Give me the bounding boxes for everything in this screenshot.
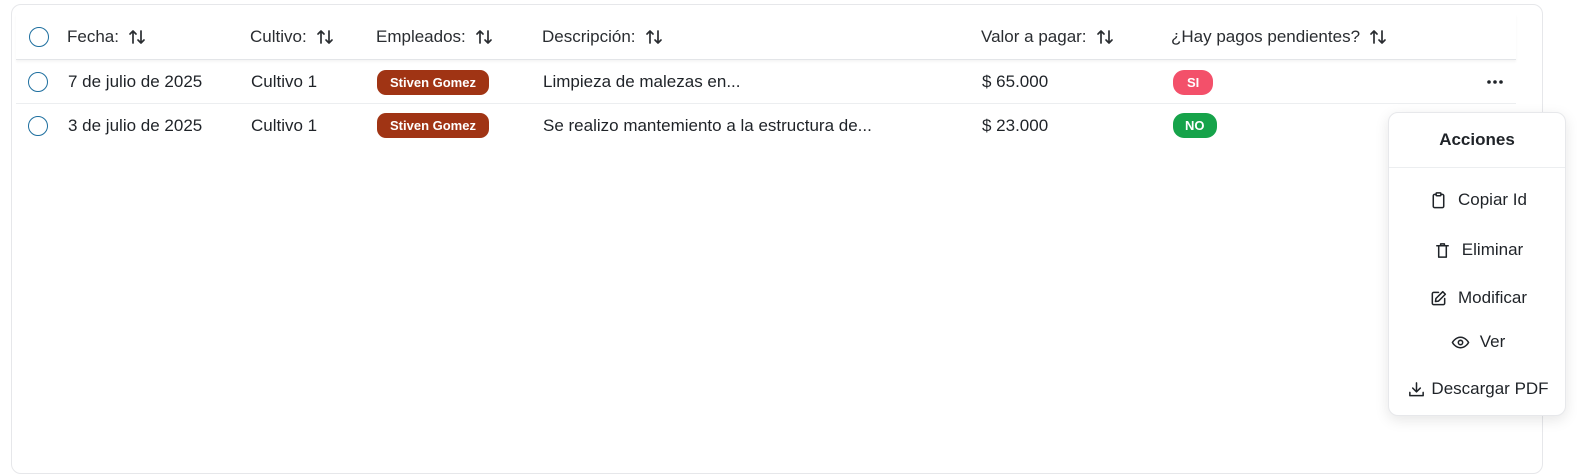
actions-menu: Acciones Copiar Id Eliminar Modificar Ve… xyxy=(1388,112,1566,416)
cell-fecha: 3 de julio de 2025 xyxy=(68,115,203,135)
sort-icon[interactable] xyxy=(475,28,493,46)
row-checkbox[interactable] xyxy=(28,61,48,103)
eye-icon xyxy=(1451,333,1470,352)
column-header-descripcion[interactable]: Descripción: xyxy=(542,14,663,59)
table-row[interactable]: 7 de julio de 2025 Cultivo 1 Stiven Gome… xyxy=(16,61,1516,104)
status-badge: NO xyxy=(1173,113,1217,138)
menu-item-label: Copiar Id xyxy=(1458,190,1527,209)
menu-item-label: Descargar PDF xyxy=(1431,379,1549,398)
column-header-empleados[interactable]: Empleados: xyxy=(376,14,493,59)
cell-empleado: Stiven Gomez xyxy=(377,61,489,103)
download-icon xyxy=(1407,380,1426,399)
column-header-label: Fecha: xyxy=(67,26,119,46)
menu-item-label: Ver xyxy=(1479,332,1506,351)
column-header-label: Descripción: xyxy=(542,26,636,46)
clipboard-icon xyxy=(1429,191,1448,210)
employee-chip: Stiven Gomez xyxy=(377,113,489,138)
row-checkbox-circle[interactable] xyxy=(28,115,48,136)
sort-icon[interactable] xyxy=(1096,28,1114,46)
cell-descripcion: Se realizo mantemiento a la estructura d… xyxy=(543,115,872,135)
cell-cultivo: Cultivo 1 xyxy=(251,72,318,91)
column-header-pendientes[interactable]: ¿Hay pagos pendientes? xyxy=(1171,14,1387,59)
cell-pendiente: NO xyxy=(1173,104,1217,147)
sort-icon[interactable] xyxy=(316,28,334,46)
row-checkbox-circle[interactable] xyxy=(28,72,48,92)
row-checkbox[interactable] xyxy=(28,104,48,147)
table-header: Fecha: Cultivo: Empleados: Descripción: … xyxy=(16,14,1516,60)
column-header-label: Valor a pagar: xyxy=(981,26,1087,46)
menu-item-ver[interactable]: Ver xyxy=(1389,325,1567,359)
employee-chip: Stiven Gomez xyxy=(377,69,489,95)
column-header-label: Empleados: xyxy=(376,26,466,46)
sort-icon[interactable] xyxy=(645,28,663,46)
select-all-checkbox-circle[interactable] xyxy=(29,26,49,47)
column-header-valor[interactable]: Valor a pagar: xyxy=(981,14,1114,59)
column-header-cultivo[interactable]: Cultivo: xyxy=(250,14,334,59)
column-header-fecha[interactable]: Fecha: xyxy=(67,14,146,59)
cell-valor: $ 65.000 xyxy=(982,72,1049,91)
more-horizontal-icon[interactable] xyxy=(1486,79,1504,85)
cell-fecha: 7 de julio de 2025 xyxy=(68,72,203,91)
column-header-label: ¿Hay pagos pendientes? xyxy=(1171,26,1361,46)
cell-cultivo: Cultivo 1 xyxy=(251,115,318,135)
column-header-label: Cultivo: xyxy=(250,26,307,46)
menu-item-label: Modificar xyxy=(1458,288,1527,307)
select-all-checkbox[interactable] xyxy=(29,14,49,59)
menu-item-modificar[interactable]: Modificar xyxy=(1389,281,1567,315)
menu-item-descargar-pdf[interactable]: Descargar PDF xyxy=(1389,372,1567,406)
trash-icon xyxy=(1433,241,1452,260)
menu-item-eliminar[interactable]: Eliminar xyxy=(1389,233,1567,267)
table-row[interactable]: 3 de julio de 2025 Cultivo 1 Stiven Gome… xyxy=(16,104,1516,147)
cell-descripcion: Limpieza de malezas en... xyxy=(543,72,741,91)
menu-item-copiar-id[interactable]: Copiar Id xyxy=(1389,183,1567,217)
status-badge: SI xyxy=(1173,69,1214,95)
menu-title: Acciones xyxy=(1389,113,1565,168)
menu-item-label: Eliminar xyxy=(1461,240,1524,259)
cell-pendiente: SI xyxy=(1173,61,1214,103)
cell-valor: $ 23.000 xyxy=(982,115,1049,135)
sort-icon[interactable] xyxy=(128,28,146,46)
edit-icon xyxy=(1429,289,1448,308)
sort-icon[interactable] xyxy=(1369,28,1387,46)
cell-empleado: Stiven Gomez xyxy=(377,104,489,147)
row-actions-button[interactable] xyxy=(1486,61,1504,103)
